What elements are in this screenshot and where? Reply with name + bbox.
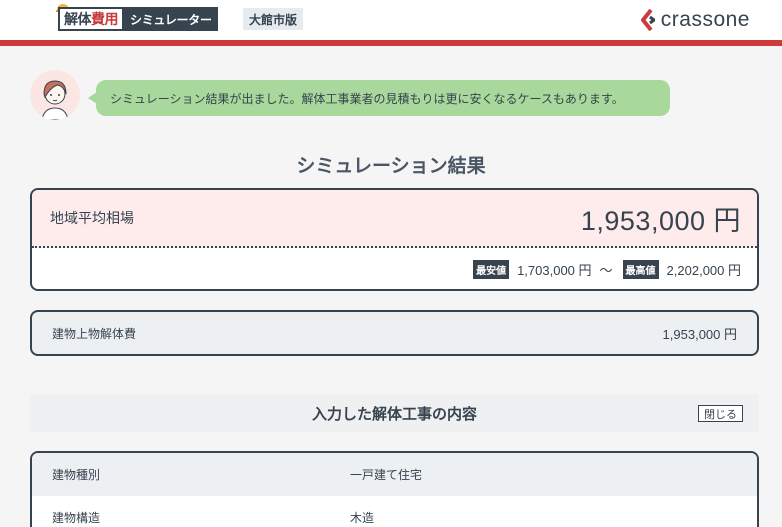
header-accent-bar (0, 40, 782, 46)
average-label: 地域平均相場 (50, 211, 134, 227)
table-row: 建物構造 木造 (32, 496, 757, 527)
crassone-mark-icon (640, 9, 655, 31)
app-header: 解体 費用 シミュレーター 大館市版 crassone (0, 0, 782, 40)
demolition-fee-value: 1,953,000 円 (662, 326, 737, 342)
advisor-message-bubble: シミュレーション結果が出ました。解体工事業者の見積もりは更に安くなるケースもあり… (88, 80, 670, 116)
row-value: 木造 (350, 511, 375, 525)
logo-main: 解体 費用 (58, 7, 124, 31)
close-details-button[interactable]: 閉じる (698, 405, 743, 422)
result-range-row: 最安値 1,703,000 円 〜 最高値 2,202,000 円 (32, 248, 757, 289)
brand-logo[interactable]: crassone (640, 6, 750, 34)
brand-name: crassone (660, 8, 750, 31)
min-price-tag: 最安値 (473, 260, 510, 279)
average-price: 1,953,000 円 (580, 205, 741, 236)
result-card: 地域平均相場 1,953,000 円 最安値 1,703,000 円 〜 最高値… (30, 188, 759, 291)
input-details-title: 入力した解体工事の内容 (311, 404, 477, 423)
demolition-fee-card: 建物上物解体費 1,953,000 円 (30, 310, 759, 356)
input-details-table: 建物種別 一戸建て住宅 建物構造 木造 (30, 451, 759, 527)
input-details-header: 入力した解体工事の内容 閉じる (30, 394, 759, 432)
logo-text-2: 費用 (91, 12, 119, 28)
site-logo[interactable]: 解体 費用 シミュレーター (56, 4, 218, 34)
city-badge: 大館市版 (243, 8, 304, 30)
max-price-value: 2,202,000 円 (666, 263, 741, 278)
result-section-title: シミュレーション結果 (296, 155, 486, 177)
advisor-avatar (30, 70, 80, 120)
result-average-row: 地域平均相場 1,953,000 円 (32, 190, 757, 248)
table-row: 建物種別 一戸建て住宅 (32, 453, 757, 496)
advisor-illustration-icon (41, 80, 69, 120)
advisor-message: シミュレーション結果が出ました。解体工事業者の見積もりは更に安くなるケースもあり… (110, 91, 624, 106)
row-key: 建物種別 (52, 468, 101, 482)
row-key: 建物構造 (52, 511, 101, 525)
range-separator: 〜 (599, 264, 613, 279)
logo-subtitle: シミュレーター (124, 7, 218, 31)
row-value: 一戸建て住宅 (350, 468, 423, 482)
max-price-tag: 最高値 (622, 260, 659, 279)
min-price-value: 1,703,000 円 (517, 263, 592, 278)
logo-text-1: 解体 (64, 12, 92, 28)
demolition-fee-label: 建物上物解体費 (52, 326, 137, 341)
